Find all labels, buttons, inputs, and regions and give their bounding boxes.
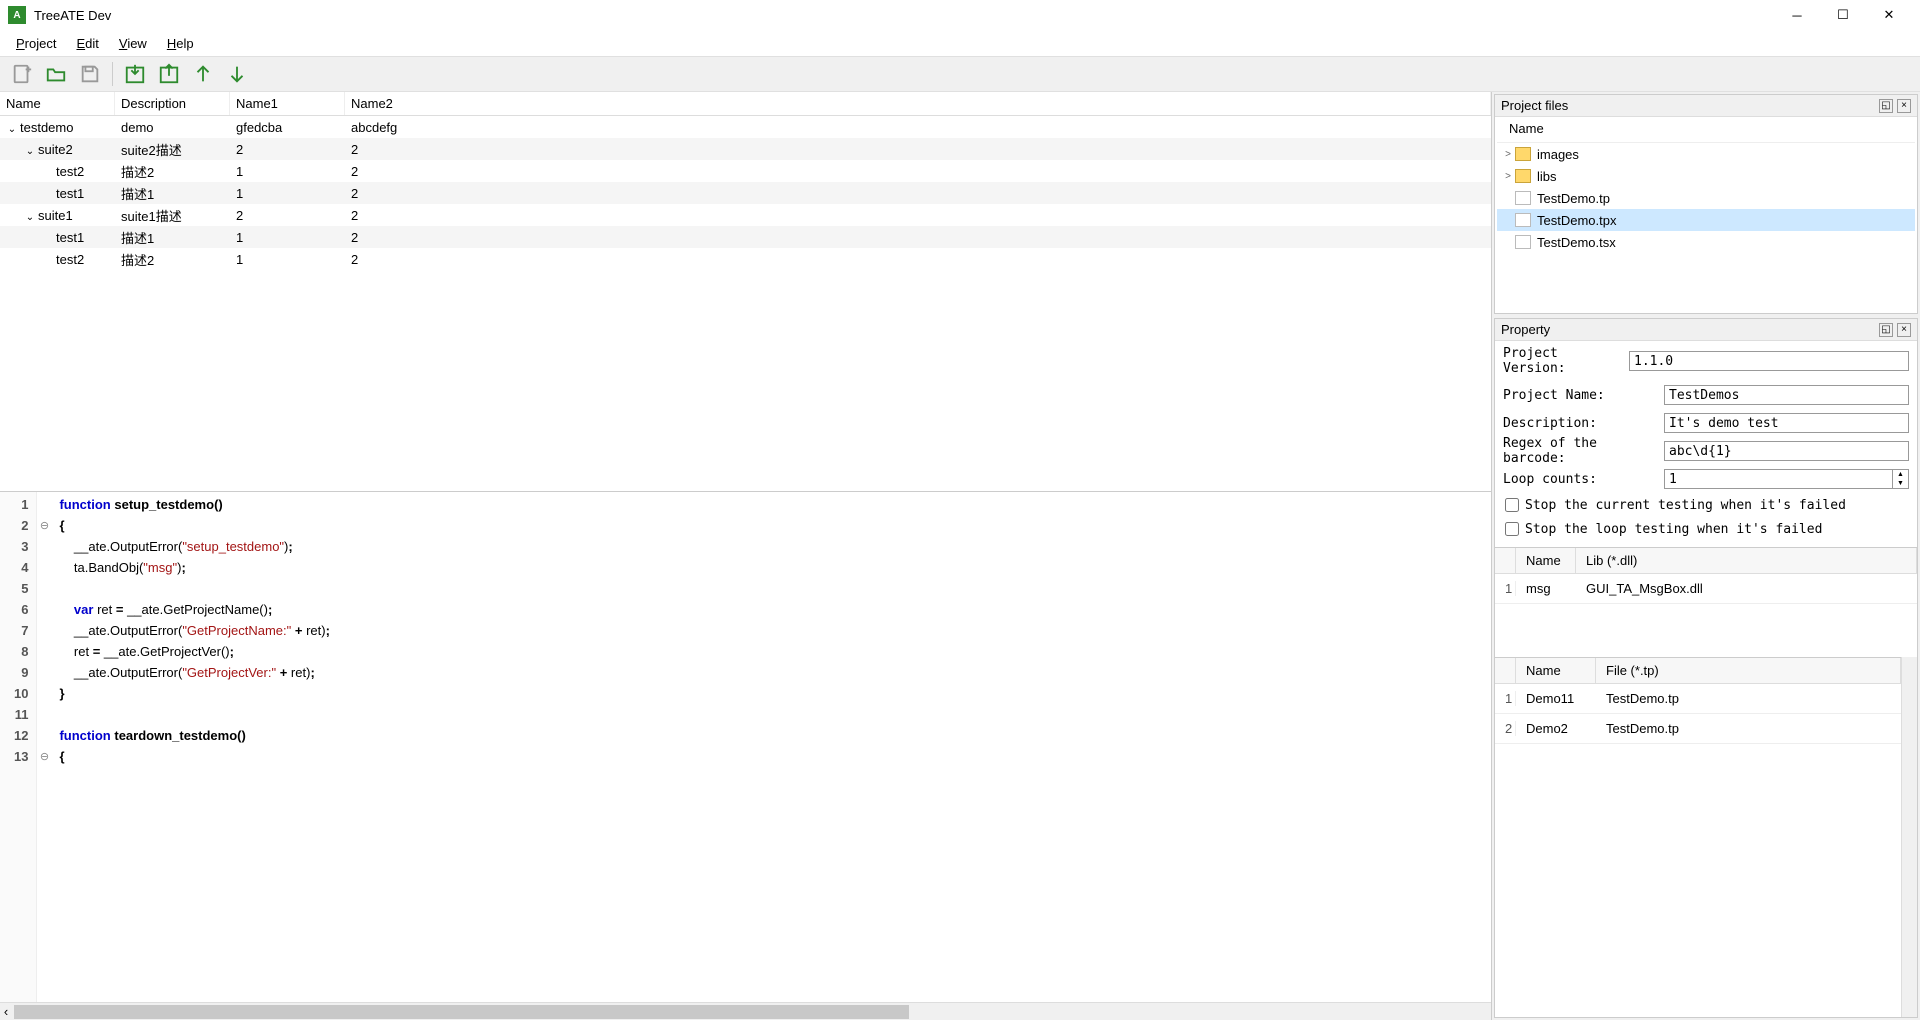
version-label: Project Version: <box>1503 346 1623 376</box>
project-files-tree[interactable]: Name >images>libsTestDemo.tpTestDemo.tpx… <box>1495 117 1917 257</box>
regex-input[interactable] <box>1664 441 1909 461</box>
regex-label: Regex of the barcode: <box>1503 436 1658 466</box>
open-button[interactable] <box>42 60 70 88</box>
projname-label: Project Name: <box>1503 388 1658 403</box>
file-tree-item[interactable]: >libs <box>1497 165 1915 187</box>
panel-float-icon[interactable]: ◱ <box>1879 323 1893 337</box>
tree-row[interactable]: test2描述212 <box>0 160 1491 182</box>
tree-row[interactable]: ⌄suite1suite1描述22 <box>0 204 1491 226</box>
folder-icon <box>1515 169 1531 183</box>
panel-float-icon[interactable]: ◱ <box>1879 99 1893 113</box>
file-icon <box>1515 213 1531 227</box>
tp-col-file[interactable]: File (*.tp) <box>1596 658 1901 683</box>
lib-table[interactable]: Name Lib (*.dll) 1msgGUI_TA_MsgBox.dll <box>1495 547 1917 657</box>
file-tree-item[interactable]: TestDemo.tp <box>1497 187 1915 209</box>
tree-row[interactable]: test1描述112 <box>0 182 1491 204</box>
tp-col-name[interactable]: Name <box>1516 658 1596 683</box>
tree-row[interactable]: test1描述112 <box>0 226 1491 248</box>
projname-input[interactable] <box>1664 385 1909 405</box>
loop-input[interactable] <box>1664 469 1893 489</box>
import-button[interactable] <box>121 60 149 88</box>
close-button[interactable]: ✕ <box>1866 0 1912 30</box>
file-tree-item[interactable]: >images <box>1497 143 1915 165</box>
save-button[interactable] <box>76 60 104 88</box>
tree-col-desc[interactable]: Description <box>115 92 230 115</box>
tp-scrollbar[interactable] <box>1901 657 1917 1017</box>
tree-col-name2[interactable]: Name2 <box>345 92 1491 115</box>
up-arrow-button[interactable] <box>189 60 217 88</box>
test-tree[interactable]: Name Description Name1 Name2 ⌄testdemode… <box>0 92 1491 492</box>
loop-spinner[interactable]: ▲▼ <box>1893 469 1909 489</box>
panel-close-icon[interactable]: × <box>1897 323 1911 337</box>
tree-header: Name Description Name1 Name2 <box>0 92 1491 116</box>
window-title: TreeATE Dev <box>34 8 1774 23</box>
lib-col-name[interactable]: Name <box>1516 548 1576 573</box>
file-icon <box>1515 191 1531 205</box>
stop-current-label: Stop the current testing when it's faile… <box>1525 498 1846 513</box>
property-title: Property ◱ × <box>1495 319 1917 341</box>
file-tree-item[interactable]: TestDemo.tpx <box>1497 209 1915 231</box>
desc-input[interactable] <box>1664 413 1909 433</box>
panel-close-icon[interactable]: × <box>1897 99 1911 113</box>
table-row[interactable]: 1msgGUI_TA_MsgBox.dll <box>1495 574 1917 604</box>
tree-col-name[interactable]: Name <box>0 92 115 115</box>
tree-row[interactable]: ⌄suite2suite2描述22 <box>0 138 1491 160</box>
export-button[interactable] <box>155 60 183 88</box>
version-input[interactable] <box>1629 351 1909 371</box>
project-files-title: Project files ◱ × <box>1495 95 1917 117</box>
table-row[interactable]: 2Demo2TestDemo.tp <box>1495 714 1901 744</box>
toolbar <box>0 56 1920 92</box>
lib-col-lib[interactable]: Lib (*.dll) <box>1576 548 1917 573</box>
tree-row[interactable]: test2描述212 <box>0 248 1491 270</box>
menu-edit[interactable]: Edit <box>66 34 108 53</box>
stop-current-checkbox[interactable] <box>1505 498 1519 512</box>
menu-view[interactable]: View <box>109 34 157 53</box>
code-editor[interactable]: 12345678910111213 ⊖⊖ function setup_test… <box>0 492 1491 1020</box>
menu-project[interactable]: Project <box>6 34 66 53</box>
stop-loop-checkbox[interactable] <box>1505 522 1519 536</box>
menu-help[interactable]: Help <box>157 34 204 53</box>
minimize-button[interactable]: ─ <box>1774 0 1820 30</box>
loop-label: Loop counts: <box>1503 472 1658 487</box>
app-icon: A <box>8 6 26 24</box>
files-col-name[interactable]: Name <box>1497 121 1915 143</box>
file-icon <box>1515 235 1531 249</box>
horizontal-scrollbar[interactable]: ‹ <box>0 1002 1491 1020</box>
titlebar: A TreeATE Dev ─ ☐ ✕ <box>0 0 1920 30</box>
maximize-button[interactable]: ☐ <box>1820 0 1866 30</box>
folder-icon <box>1515 147 1531 161</box>
menubar: Project Edit View Help <box>0 30 1920 56</box>
tree-col-name1[interactable]: Name1 <box>230 92 345 115</box>
new-project-button[interactable] <box>8 60 36 88</box>
desc-label: Description: <box>1503 416 1658 431</box>
file-tree-item[interactable]: TestDemo.tsx <box>1497 231 1915 253</box>
down-arrow-button[interactable] <box>223 60 251 88</box>
tree-row[interactable]: ⌄testdemodemogfedcbaabcdefg <box>0 116 1491 138</box>
table-row[interactable]: 1Demo11TestDemo.tp <box>1495 684 1901 714</box>
stop-loop-label: Stop the loop testing when it's failed <box>1525 522 1822 537</box>
tp-table[interactable]: Name File (*.tp) 1Demo11TestDemo.tp2Demo… <box>1495 657 1901 1017</box>
